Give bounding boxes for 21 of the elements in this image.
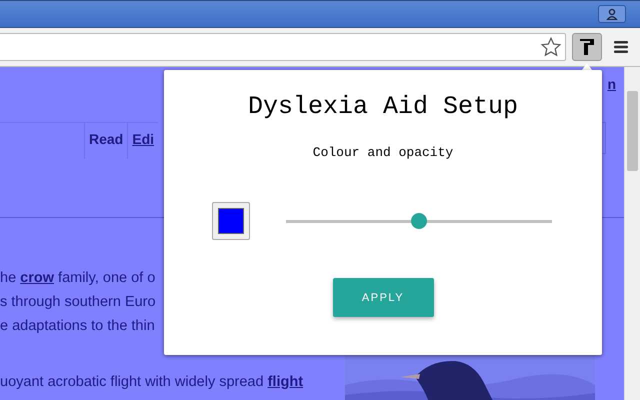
color-swatch[interactable] [212,202,250,240]
popup-title: Dyslexia Aid Setup [248,92,518,121]
article-text: s through southern Euro [0,293,156,312]
page-tab[interactable]: Read [84,123,128,159]
menu-icon[interactable] [613,40,629,54]
article-text: e adaptations to the thin [0,317,155,336]
extension-button[interactable] [572,33,602,61]
star-icon[interactable] [540,36,562,58]
opacity-slider[interactable] [286,213,552,229]
apply-button[interactable]: APPLY [332,278,434,317]
scroll-thumb[interactable] [627,91,638,171]
profile-button[interactable] [598,5,626,23]
page-link[interactable]: n [607,76,616,92]
article-text: he crow family, one of o [0,269,156,288]
page-tab[interactable]: Edi [127,123,158,159]
slider-thumb[interactable] [411,213,427,229]
person-icon [606,8,618,20]
paint-roller-icon [578,37,596,57]
article-text: uoyant acrobatic flight with widely spread flight [0,373,304,392]
scrollbar[interactable] [624,67,640,400]
section-label: Colour and opacity [312,145,454,160]
